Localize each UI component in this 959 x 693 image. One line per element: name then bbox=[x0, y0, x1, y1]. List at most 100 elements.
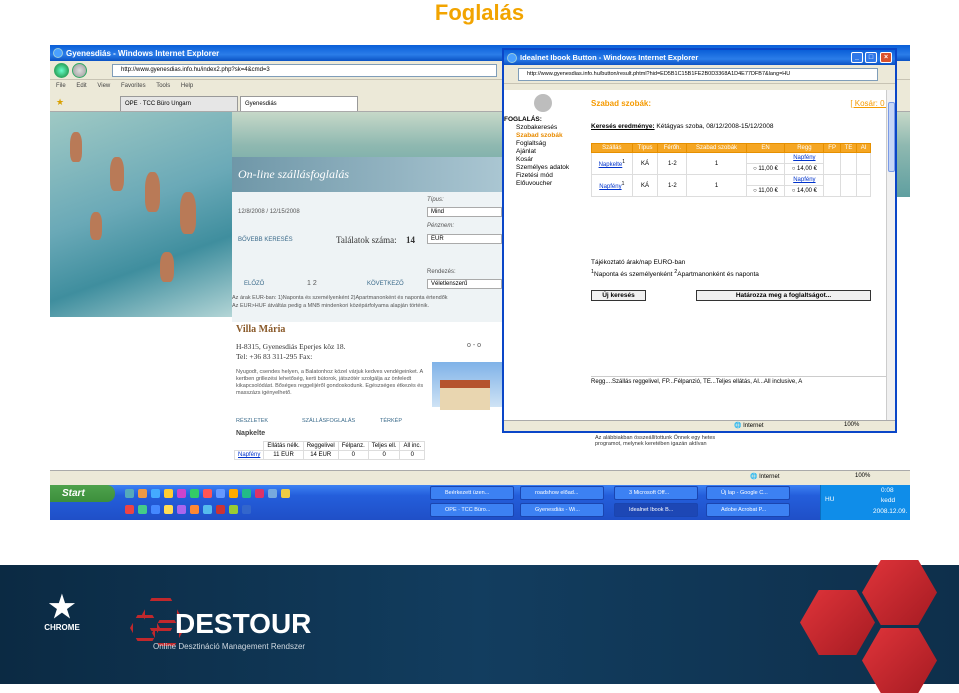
price-info-pre: Naponta és személyenként bbox=[594, 271, 673, 279]
room-link-napkelte[interactable]: Napkelte bbox=[599, 162, 623, 168]
menu-view[interactable]: View bbox=[97, 83, 110, 89]
taskbar-item[interactable]: Új lap - Google C... bbox=[706, 486, 790, 500]
front-address-bar[interactable]: http://www.gyenesdias.info.hu/button/res… bbox=[518, 68, 878, 81]
taskbar-item-active[interactable]: Idealnet Ibook B... bbox=[614, 503, 698, 517]
talalatok-label: Találatok száma: bbox=[336, 235, 397, 245]
maximize-button[interactable]: □ bbox=[865, 52, 877, 63]
tk-header: Félpanz. bbox=[337, 441, 369, 451]
en-radio-icon[interactable]: ○ bbox=[753, 166, 757, 172]
language-indicator[interactable]: HU bbox=[825, 496, 834, 503]
prev-link[interactable]: ELŐZŐ bbox=[244, 281, 264, 287]
tk-cell: 14 EUR bbox=[302, 450, 339, 460]
front-address-row: http://www.gyenesdias.info.hu/button/res… bbox=[504, 65, 895, 84]
price-info-1: Tájékoztató árak/nap EURO-ban bbox=[591, 259, 686, 266]
terkep-link[interactable]: TÉRKÉP bbox=[380, 418, 402, 424]
nav-kosar[interactable]: Kosár bbox=[504, 156, 586, 164]
table-row: Napfény 11 EUR 14 EUR 0 0 0 bbox=[233, 450, 426, 460]
menu-help[interactable]: Help bbox=[181, 83, 193, 89]
taskbar-item[interactable]: OPE · TCC Büro... bbox=[430, 503, 514, 517]
szallasfoglalas-link[interactable]: SZÁLLÁSFOGLALÁS bbox=[302, 418, 355, 424]
front-zoom[interactable]: 100% bbox=[844, 422, 859, 428]
back-address-bar[interactable]: http://www.gyenesdias.info.hu/index2.php… bbox=[112, 64, 497, 77]
minimize-button[interactable]: _ bbox=[851, 52, 863, 63]
taskbar-item[interactable]: Gyenesdiás - Wi... bbox=[520, 503, 604, 517]
nav-ajanlat[interactable]: Ajánlat bbox=[504, 148, 586, 156]
back-status-bar: 🌐 Internet 100% bbox=[50, 470, 910, 482]
tk-room-link[interactable]: Napfény bbox=[233, 450, 265, 460]
close-button[interactable]: × bbox=[880, 52, 892, 63]
front-browser-window: Idealnet Ibook Button - Windows Internet… bbox=[502, 48, 897, 433]
talalatok-value: 14 bbox=[406, 235, 415, 245]
page-numbers[interactable]: 1 2 bbox=[307, 280, 317, 287]
room-free: 1 bbox=[686, 152, 747, 175]
menu-favorites[interactable]: Favorites bbox=[121, 83, 146, 89]
basket-link[interactable]: [ Kosár: 0 ] bbox=[850, 99, 889, 108]
menu-edit[interactable]: Edit bbox=[76, 83, 86, 89]
windows-taskbar: Start Beérkezett üzen... roadshow előad.… bbox=[50, 485, 910, 520]
back-status-zone: Internet bbox=[759, 474, 780, 480]
nav-szobakereses[interactable]: Szobakeresés bbox=[504, 124, 586, 132]
clock-time[interactable]: 0:08 bbox=[881, 487, 894, 494]
rendezes-label: Rendezés: bbox=[427, 269, 456, 275]
menu-file[interactable]: File bbox=[56, 83, 66, 89]
nav-heading: FOGLALÁS: bbox=[504, 116, 542, 123]
front-title-bar: Idealnet Ibook Button - Windows Internet… bbox=[504, 50, 895, 65]
tk-header: Reggelivel bbox=[302, 441, 339, 451]
table-row: Napfény1 KÁ 1-2 1 Napfény bbox=[591, 174, 871, 197]
section-title: Szabad szobák: bbox=[591, 99, 652, 108]
nav-elovoucher[interactable]: Előuvoucher bbox=[504, 180, 586, 188]
tab-gyenesdias[interactable]: Gyenesdiás bbox=[240, 96, 358, 111]
favorites-star-icon[interactable]: ★ bbox=[56, 97, 64, 108]
rendezes-select[interactable]: Véletlenszerű bbox=[427, 279, 502, 289]
nav-fizetesi-mod[interactable]: Fizetési mód bbox=[504, 172, 586, 180]
start-button[interactable]: Start bbox=[50, 485, 115, 502]
en-radio-icon[interactable]: ○ bbox=[753, 188, 757, 194]
board-legend: Regg....Szállás reggelivel, FP...Félpanz… bbox=[591, 376, 891, 385]
regg-radio-icon[interactable]: ○ bbox=[792, 188, 796, 194]
destour-logo-text: DESTOUR bbox=[175, 608, 312, 639]
back-arrow-icon[interactable] bbox=[54, 63, 69, 78]
tipus-select[interactable]: Mind bbox=[427, 207, 502, 217]
en-price: 11,00 € bbox=[758, 166, 778, 172]
front-scrollbar[interactable] bbox=[886, 90, 895, 420]
booking-steps-nav: FOGLALÁS: Szobakeresés Szabad szobák Fog… bbox=[504, 90, 586, 380]
regg-room-link[interactable]: Napfény bbox=[793, 155, 815, 161]
nav-szabad-szobak[interactable]: Szabad szobák bbox=[504, 132, 586, 140]
col-header: Típus bbox=[631, 143, 659, 153]
villa-name[interactable]: Villa Mária bbox=[236, 324, 285, 335]
menu-tools[interactable]: Tools bbox=[156, 83, 170, 89]
booking-panel: On-line szállásfoglalás 12/8/2008 / 12/1… bbox=[232, 157, 502, 322]
col-header: FP bbox=[823, 143, 841, 153]
scroll-thumb[interactable] bbox=[888, 102, 895, 172]
penznem-select[interactable]: EUR bbox=[427, 234, 502, 244]
tk-cell: 0 bbox=[399, 450, 426, 460]
table-header-row: Szállás Típus Férőh. Szabad szobák EN Re… bbox=[591, 143, 871, 153]
taskbar-item[interactable]: 3 Microsoft Off... bbox=[614, 486, 698, 500]
bovebb-kereses-link[interactable]: BŐVEBB KERESÉS bbox=[238, 237, 293, 243]
taskbar-item[interactable]: roadshow előad... bbox=[520, 486, 604, 500]
nav-foglaltsag[interactable]: Foglaltság bbox=[504, 140, 586, 148]
determine-availability-button[interactable]: Határozza meg a foglaltságot... bbox=[696, 290, 871, 301]
nav-szemelyes-adatok[interactable]: Személyes adatok bbox=[504, 164, 586, 172]
regg-room-link[interactable]: Napfény bbox=[793, 177, 815, 183]
forward-arrow-icon[interactable] bbox=[72, 63, 87, 78]
reszletek-link[interactable]: RÉSZLETEK bbox=[236, 418, 268, 424]
villa-description: Nyugodt, csendes helyen, a Balatonhoz kö… bbox=[236, 369, 424, 396]
new-search-button[interactable]: Új keresés bbox=[591, 290, 646, 301]
system-tray: HU 0:08 kedd 2008.12.09. bbox=[820, 485, 910, 520]
screenshot-area: Gyenesdiás - Windows Internet Explorer h… bbox=[50, 45, 910, 520]
villa-photo[interactable] bbox=[432, 362, 502, 410]
taskbar-item[interactable]: Beérkezett üzen... bbox=[430, 486, 514, 500]
regg-radio-icon[interactable]: ○ bbox=[792, 166, 796, 172]
chrome-logo: ★ CHROME bbox=[38, 593, 86, 653]
price-info-2: 1Naponta és személyenként 2Apartmanonkén… bbox=[591, 269, 759, 279]
room-link-napfeny[interactable]: Napfény bbox=[599, 184, 621, 190]
col-header: Férőh. bbox=[657, 143, 688, 153]
taskbar-item[interactable]: Adobe Acrobat P... bbox=[706, 503, 790, 517]
tab-ope[interactable]: OPE · TCC Büro Ungarn bbox=[120, 96, 238, 111]
penznem-label: Pénznem: bbox=[427, 223, 455, 229]
back-zoom[interactable]: 100% bbox=[855, 473, 870, 479]
result-label: Keresés eredménye: bbox=[591, 123, 655, 130]
rooms-table: Szállás Típus Férőh. Szabad szobák EN Re… bbox=[591, 143, 871, 197]
next-link[interactable]: KÖVETKEZŐ bbox=[367, 281, 404, 287]
